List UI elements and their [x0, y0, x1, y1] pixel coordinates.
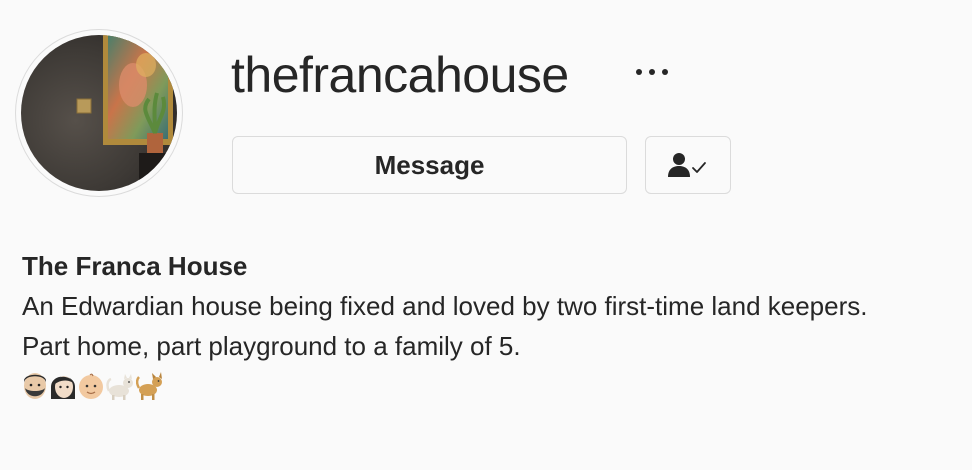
bio-text: An Edwardian house being fixed and loved… [22, 291, 868, 321]
cat-emoji [106, 374, 133, 400]
bio-full-name: The Franca House [22, 251, 248, 281]
avatar[interactable] [21, 35, 177, 191]
baby-emoji [79, 373, 103, 399]
dog-emoji [136, 372, 162, 400]
avatar-photo [21, 35, 177, 191]
bio-text: Part home, part playground to a family o… [22, 331, 521, 361]
profile-bio: The Franca House An Edwardian house bein… [22, 246, 942, 406]
ellipsis-dot [662, 69, 668, 75]
bio-emojis [22, 366, 942, 406]
avatar-ring[interactable] [16, 30, 182, 196]
ellipsis-icon[interactable] [628, 56, 676, 88]
profile-username: thefrancahouse [231, 47, 569, 103]
ellipsis-dot [636, 69, 642, 75]
message-button[interactable]: Message [232, 136, 627, 194]
ellipsis-dot [649, 69, 655, 75]
woman-emoji [51, 376, 75, 399]
following-button[interactable] [645, 136, 731, 194]
man-beard-emoji [24, 373, 46, 399]
person-check-icon [668, 153, 706, 177]
